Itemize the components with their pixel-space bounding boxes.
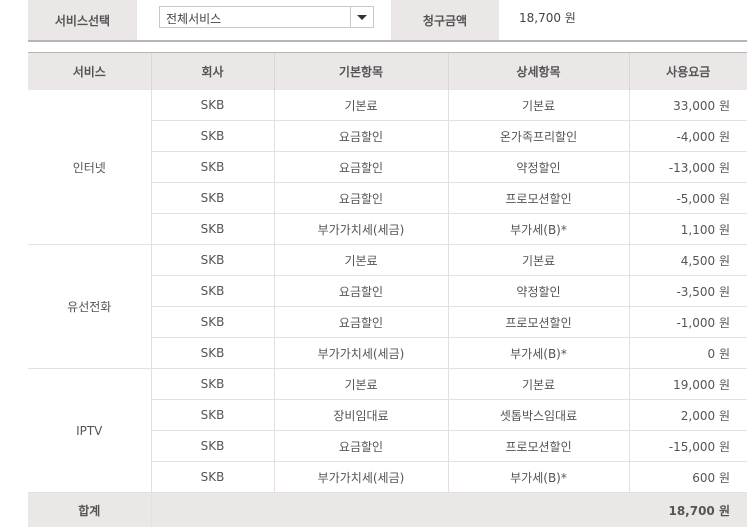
fee-cell: 2,000 원 [628,399,747,431]
company-cell: SKB [150,306,274,338]
company-cell: SKB [150,399,274,431]
fee-cell: -1,000 원 [628,306,747,338]
fee-cell: 0 원 [628,337,747,369]
detail-item-cell: 기본료 [447,244,629,276]
header-basic-item: 기본항목 [273,52,448,90]
service-cell: IPTV [28,368,151,493]
basic-item-cell: 요금할인 [273,306,448,338]
detail-item-cell: 프로모션할인 [447,430,629,462]
company-cell: SKB [150,368,274,400]
table-row: 인터넷 SKB 기본료 기본료 33,000 원 [28,90,747,245]
table-header-row: 서비스 회사 기본항목 상세항목 사용요금 [28,52,747,90]
header-usage-fee: 사용요금 [628,52,747,90]
company-cell: SKB [150,275,274,307]
dropdown-button[interactable] [350,7,373,27]
basic-item-cell: 기본료 [273,368,448,400]
detail-item-cell: 부가세(B)* [447,337,629,369]
detail-item-cell: 온가족프리할인 [447,120,629,152]
basic-item-cell: 요금할인 [273,151,448,183]
company-cell: SKB [150,430,274,462]
service-cell: 유선전화 [28,244,151,369]
filter-bar: 서비스선택 전체서비스 청구금액 18,700 원 [28,0,747,40]
fee-cell: -4,000 원 [628,120,747,152]
basic-item-cell: 부가가치세(세금) [273,213,448,245]
company-cell: SKB [150,90,274,121]
table-row: IPTV SKB 기본료 기본료 19,000 원 [28,368,747,493]
fee-cell: 600 원 [628,461,747,493]
fee-cell: -3,500 원 [628,275,747,307]
table-body: 인터넷 SKB 기본료 기본료 33,000 원 SKB 요금할인 온가족프리할인 -4,000… [28,90,747,527]
total-label: 합계 [28,492,151,527]
basic-item-cell: 요금할인 [273,275,448,307]
billing-table: 서비스 회사 기본항목 상세항목 사용요금 인터넷 SKB 기본료 기본료 33,000… [28,52,747,527]
detail-item-cell: 셋톱박스임대료 [447,399,629,431]
header-company: 회사 [150,52,274,90]
basic-item-cell: 요금할인 [273,182,448,214]
basic-item-cell: 기본료 [273,90,448,121]
fee-cell: 19,000 원 [628,368,747,400]
total-fee: 18,700 원 [150,492,747,527]
billing-amount-value: 18,700 원 [519,10,576,25]
company-cell: SKB [150,120,274,152]
company-cell: SKB [150,244,274,276]
detail-item-cell: 부가세(B)* [447,213,629,245]
detail-item-cell: 약정할인 [447,151,629,183]
basic-item-cell: 부가가치세(세금) [273,337,448,369]
chevron-down-icon [357,14,367,20]
detail-item-cell: 부가세(B)* [447,461,629,493]
company-cell: SKB [150,182,274,214]
billing-amount-label: 청구금액 [391,0,499,40]
table-row: 유선전화 SKB 기본료 기본료 4,500 원 [28,244,747,369]
service-select-label: 서비스선택 [28,0,137,40]
basic-item-cell: 부가가치세(세금) [273,461,448,493]
basic-item-cell: 요금할인 [273,430,448,462]
basic-item-cell: 요금할인 [273,120,448,152]
company-cell: SKB [150,337,274,369]
basic-item-cell: 장비임대료 [273,399,448,431]
detail-item-cell: 프로모션할인 [447,306,629,338]
fee-cell: 4,500 원 [628,244,747,276]
service-select[interactable]: 전체서비스 [159,6,374,28]
fee-cell: -5,000 원 [628,182,747,214]
service-select-value: 전체서비스 [166,12,222,26]
company-cell: SKB [150,151,274,183]
detail-item-cell: 기본료 [447,368,629,400]
header-detail-item: 상세항목 [447,52,629,90]
company-cell: SKB [150,213,274,245]
fee-cell: -15,000 원 [628,430,747,462]
company-cell: SKB [150,461,274,493]
detail-item-cell: 약정할인 [447,275,629,307]
detail-item-cell: 프로모션할인 [447,182,629,214]
fee-cell: -13,000 원 [628,151,747,183]
service-cell: 인터넷 [28,90,151,245]
total-row: 합계 18,700 원 [28,492,747,527]
basic-item-cell: 기본료 [273,244,448,276]
fee-cell: 1,100 원 [628,213,747,245]
header-service: 서비스 [28,52,151,90]
detail-item-cell: 기본료 [447,90,629,121]
fee-cell: 33,000 원 [628,90,747,121]
filter-divider [28,40,747,42]
